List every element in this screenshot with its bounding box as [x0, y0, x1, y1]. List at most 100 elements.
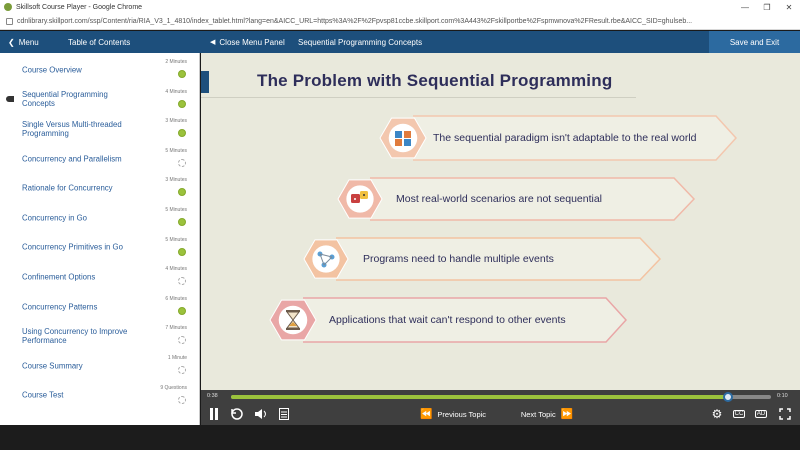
menu-button[interactable]: ❮ Menu [8, 31, 39, 53]
toc-item-duration: 9 Questions [160, 384, 187, 391]
save-and-exit-button[interactable]: Save and Exit [709, 31, 800, 53]
closed-captions-button[interactable]: CC [731, 406, 747, 422]
progress-fill [231, 395, 728, 399]
toc-item[interactable]: Course Summary 1 Minute [0, 351, 199, 381]
toc-item-label: Single Versus Multi-threaded Programming [22, 119, 122, 138]
fast-forward-icon: ⏩ [560, 408, 574, 420]
toc-item-label: Concurrency Primitives in Go [22, 242, 123, 252]
toc-item[interactable]: Course Overview 2 Minutes [0, 55, 199, 85]
incomplete-status-icon [178, 158, 186, 167]
incomplete-status-icon [178, 365, 186, 374]
transcript-icon [279, 408, 289, 420]
fullscreen-icon [779, 408, 791, 420]
toc-item-duration: 3 Minutes [165, 177, 187, 184]
player-controls: 0:38 0:10 ⏪ Previous Topic Next Topic ⏩ … [201, 390, 800, 425]
menu-label: Menu [18, 37, 39, 47]
title-divider [201, 97, 636, 98]
completed-status-icon [178, 306, 186, 315]
page-bottom-area [0, 425, 800, 450]
slide-point: Most real-world scenarios are not sequen… [334, 177, 704, 221]
rewind-icon: ⏪ [419, 408, 433, 420]
toc-item-label: Concurrency in Go [22, 213, 88, 223]
restore-icon[interactable]: ❐ [756, 3, 778, 12]
replay-button[interactable] [229, 406, 245, 422]
toc-item-duration: 5 Minutes [165, 206, 187, 213]
fullscreen-button[interactable] [777, 406, 793, 422]
progress-handle[interactable] [722, 392, 733, 402]
toc-item-duration: 5 Minutes [165, 147, 187, 154]
toc-item[interactable]: Single Versus Multi-threaded Programming… [0, 114, 199, 144]
current-topic-marker [6, 96, 14, 103]
cc-label: CC [732, 410, 746, 418]
toc-item[interactable]: Concurrency Patterns 6 Minutes [0, 292, 199, 322]
toc-item-label: Using Concurrency to Improve Performance [22, 327, 128, 346]
replay-icon [231, 408, 243, 420]
slide-title: The Problem with Sequential Programming [257, 71, 613, 90]
previous-topic-button[interactable]: ⏪ Previous Topic [413, 406, 493, 422]
completed-status-icon [178, 99, 186, 108]
next-topic-button[interactable]: Next Topic ⏩ [515, 406, 579, 422]
toc-item[interactable]: Confinement Options 4 Minutes [0, 262, 199, 292]
settings-button[interactable]: ⚙ [709, 406, 725, 422]
toc-item[interactable]: Concurrency and Parallelism 5 Minutes [0, 144, 199, 174]
toc-item[interactable]: Concurrency in Go 5 Minutes [0, 203, 199, 233]
toc-item-label: Course Test [22, 390, 64, 400]
toc-item-label: Sequential Programming Concepts [22, 90, 108, 109]
toc-item-duration: 6 Minutes [165, 295, 187, 302]
volume-icon [255, 409, 266, 419]
toc-item-label: Concurrency Patterns [22, 302, 98, 312]
toc-item-label: Confinement Options [22, 272, 96, 282]
minimize-icon[interactable]: — [734, 3, 756, 12]
completed-status-icon [178, 247, 186, 256]
toc-item-duration: 7 Minutes [165, 325, 187, 332]
module-title: Sequential Programming Concepts [298, 37, 423, 47]
toc-item-duration: 4 Minutes [165, 266, 187, 273]
toc-item-label: Course Overview [22, 65, 82, 75]
url-text[interactable]: cdnlibrary.skillport.com/ssp/Content/ria… [17, 18, 692, 25]
toc-item-duration: 5 Minutes [165, 236, 187, 243]
window-titlebar: Skillsoft Course Player - Google Chrome … [0, 0, 800, 14]
toc-item-duration: 2 Minutes [165, 59, 187, 65]
close-window-icon[interactable]: ✕ [778, 3, 800, 12]
slide-point: Programs need to handle multiple events [300, 237, 670, 281]
incomplete-status-icon [178, 277, 186, 286]
toc-item[interactable]: Course Test 9 Questions [0, 381, 199, 411]
completed-status-icon [178, 188, 186, 197]
chevron-left-icon: ❮ [8, 37, 15, 47]
lock-icon [6, 18, 13, 25]
toc-item-label: Concurrency and Parallelism [22, 154, 122, 164]
slide-point-text: Programs need to handle multiple events [363, 253, 554, 265]
gear-icon: ⚙ [711, 407, 723, 421]
remaining-time: 0:10 [777, 393, 788, 399]
completed-status-icon [178, 70, 186, 78]
toc-item[interactable]: Concurrency Primitives in Go 5 Minutes [0, 233, 199, 263]
audio-description-button[interactable]: AD [753, 406, 769, 422]
toc-item-duration: 4 Minutes [165, 88, 187, 95]
pause-button[interactable] [207, 406, 221, 422]
toc-item-duration: 1 Minute [167, 354, 187, 361]
player-topbar: ❮ Menu Table of Contents ◀ Close Menu Pa… [0, 31, 800, 53]
close-menu-panel-button[interactable]: ◀ Close Menu Panel [210, 31, 285, 53]
completed-status-icon [178, 129, 186, 138]
slide-point-text: Most real-world scenarios are not sequen… [396, 193, 603, 205]
toc-title: Table of Contents [68, 37, 131, 47]
triangle-left-icon: ◀ [210, 39, 216, 46]
address-bar[interactable]: cdnlibrary.skillport.com/ssp/Content/ria… [0, 14, 800, 30]
slide-point: The sequential paradigm isn't adaptable … [376, 115, 746, 161]
progress-track[interactable] [231, 392, 771, 402]
transcript-button[interactable] [277, 406, 291, 422]
toc-item[interactable]: Using Concurrency to Improve Performance… [0, 321, 199, 351]
toc-item-duration: 3 Minutes [165, 118, 187, 125]
toc-item[interactable]: Rationale for Concurrency 3 Minutes [0, 173, 199, 203]
skillsoft-app-icon [4, 3, 12, 11]
window-title: Skillsoft Course Player - Google Chrome [16, 3, 143, 11]
incomplete-status-icon [178, 395, 186, 404]
previous-topic-label: Previous Topic [437, 409, 487, 419]
slide-stage: The Problem with Sequential Programming … [201, 53, 800, 390]
toc-sidebar: Course Overview 2 Minutes Sequential Progr… [0, 53, 200, 425]
toc-item[interactable]: Sequential Programming Concepts 4 Minutes [0, 85, 199, 115]
volume-button[interactable] [253, 406, 269, 422]
incomplete-status-icon [178, 336, 186, 345]
toc-item-label: Course Summary [22, 361, 83, 371]
close-panel-label: Close Menu Panel [219, 37, 285, 47]
